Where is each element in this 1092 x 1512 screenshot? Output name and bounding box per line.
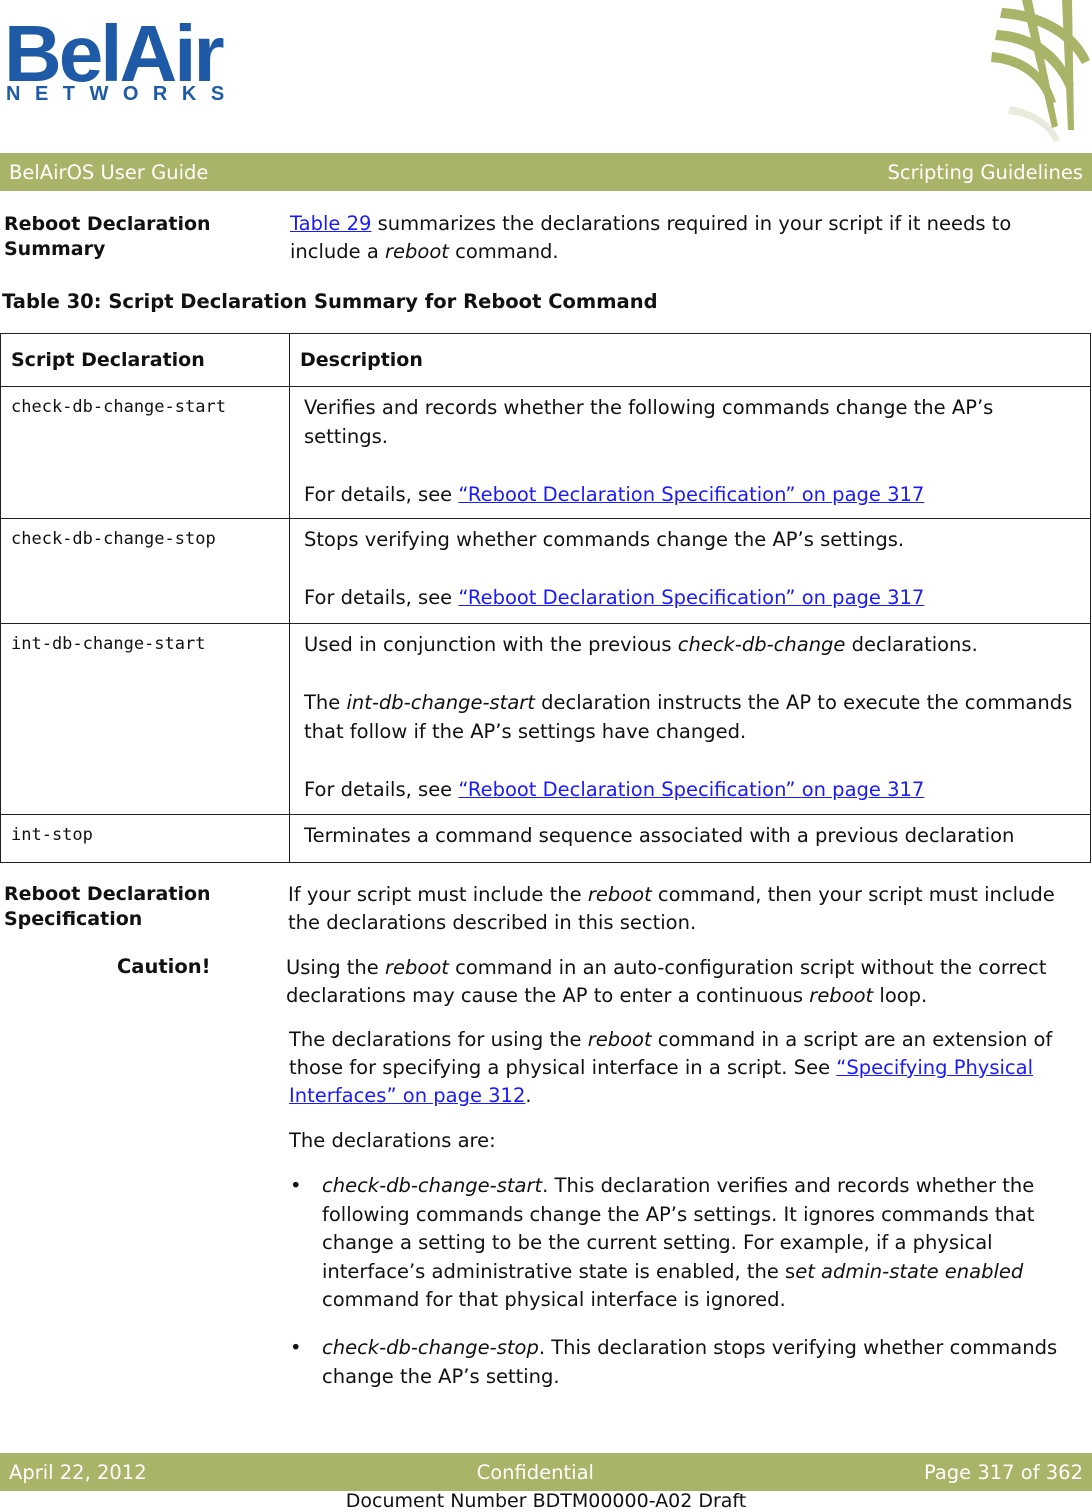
italic-term: int-db-change-start xyxy=(346,691,535,714)
summary-text-end: command. xyxy=(448,240,559,263)
italic-term: check-db-change-start xyxy=(322,1174,543,1197)
description-text: Stops verifying whether commands change … xyxy=(304,528,905,551)
belair-swoosh-icon xyxy=(991,0,1090,142)
table-row: int-db-change-start Used in conjunction … xyxy=(0,623,1091,815)
spec-paragraph-2: The declarations for using the reboot co… xyxy=(289,1026,1086,1110)
table-row: check-db-change-start Verifies and recor… xyxy=(0,386,1091,519)
details-prefix: For details, see xyxy=(304,778,459,801)
declaration-table: Script Declaration Description check-db-… xyxy=(0,333,1091,863)
declaration-cell: int-db-change-start xyxy=(0,623,290,815)
text: . xyxy=(525,1084,532,1107)
description-cell: Used in conjunction with the previous ch… xyxy=(289,623,1091,815)
bullet-icon: • xyxy=(290,1336,302,1359)
details-line: For details, see “Reboot Declaration Spe… xyxy=(304,480,1078,509)
page-footer-bar: April 22, 2012 Confidential Page 317 of … xyxy=(0,1453,1092,1491)
table-row: int-stop Terminates a command sequence a… xyxy=(0,814,1091,863)
italic-term: check-db-change-stop xyxy=(322,1336,539,1359)
text: If your script must include the xyxy=(288,883,588,906)
bullet-item: check-db-change-stop. This declaration s… xyxy=(322,1334,1082,1391)
declaration-cell: check-db-change-stop xyxy=(0,518,290,624)
table-header-row: Script Declaration Description xyxy=(0,333,1091,387)
description-text: Verifies and records whether the followi… xyxy=(304,396,994,448)
reboot-spec-link[interactable]: “Reboot Declaration Specification” on pa… xyxy=(458,778,924,801)
text: Using the xyxy=(286,956,385,979)
spec-paragraph-1: If your script must include the reboot c… xyxy=(288,881,1086,937)
italic-term: et admin-state enabled xyxy=(795,1259,1024,1283)
italic-term: reboot xyxy=(587,883,652,906)
italic-term: check-db-change xyxy=(677,633,846,656)
table-row: check-db-change-stop Stops verifying whe… xyxy=(0,518,1091,624)
description-cell: Verifies and records whether the followi… xyxy=(289,386,1091,519)
table-caption: Table 30: Script Declaration Summary for… xyxy=(2,290,658,313)
italic-term: reboot xyxy=(385,956,449,979)
page-header-bar: BelAirOS User Guide Scripting Guidelines xyxy=(0,153,1092,191)
table-29-link[interactable]: Table 29 xyxy=(290,212,371,235)
summary-paragraph: Table 29 summarizes the declarations req… xyxy=(290,210,1080,266)
reboot-term: reboot xyxy=(385,240,449,263)
declaration-cell: int-stop xyxy=(0,814,290,863)
details-prefix: For details, see xyxy=(304,483,459,506)
text: Used in conjunction with the previous xyxy=(304,633,678,656)
italic-term: reboot xyxy=(809,984,874,1007)
bullet-item: check-db-change-start. This declaration … xyxy=(322,1172,1082,1315)
text: loop. xyxy=(873,984,928,1007)
spec-paragraph-3: The declarations are: xyxy=(289,1129,496,1152)
details-line: For details, see “Reboot Declaration Spe… xyxy=(304,775,1078,804)
text: The declarations for using the xyxy=(289,1028,588,1051)
caution-paragraph: Using the reboot command in an auto-conf… xyxy=(286,954,1086,1010)
description-text: Terminates a command sequence associated… xyxy=(304,824,1015,847)
section-heading-summary: Reboot Declaration Summary xyxy=(4,213,211,260)
description-text: The int-db-change-start declaration inst… xyxy=(304,688,1078,746)
details-prefix: For details, see xyxy=(304,586,459,609)
guide-title: BelAirOS User Guide xyxy=(9,160,209,184)
details-line: For details, see “Reboot Declaration Spe… xyxy=(304,583,1078,612)
description-cell: Terminates a command sequence associated… xyxy=(289,814,1091,863)
text: command for that physical interface is i… xyxy=(322,1288,786,1311)
declaration-cell: check-db-change-start xyxy=(0,386,290,519)
description-text: Used in conjunction with the previous ch… xyxy=(304,630,1078,659)
text: declarations. xyxy=(845,633,978,656)
footer-page-number: Page 317 of 362 xyxy=(923,1460,1083,1484)
caution-label: Caution! xyxy=(117,955,211,978)
belair-logo: BelAir xyxy=(4,9,225,98)
text: The xyxy=(304,691,347,714)
footer-confidential: Confidential xyxy=(476,1460,594,1484)
footer-date: April 22, 2012 xyxy=(9,1460,147,1484)
column-header-description: Description xyxy=(289,333,1091,387)
document-number: Document Number BDTM00000-A02 Draft xyxy=(345,1490,747,1512)
bullet-icon: • xyxy=(290,1174,302,1197)
reboot-spec-link[interactable]: “Reboot Declaration Specification” on pa… xyxy=(458,483,924,506)
description-cell: Stops verifying whether commands change … xyxy=(289,518,1091,624)
italic-term: reboot xyxy=(587,1028,652,1051)
column-header-declaration: Script Declaration xyxy=(0,333,290,387)
section-heading-specification: Reboot Declaration Specification xyxy=(4,883,211,930)
chapter-title: Scripting Guidelines xyxy=(887,160,1083,184)
reboot-spec-link[interactable]: “Reboot Declaration Specification” on pa… xyxy=(458,586,924,609)
belair-logo-subtitle: NETWORKS xyxy=(6,83,239,105)
